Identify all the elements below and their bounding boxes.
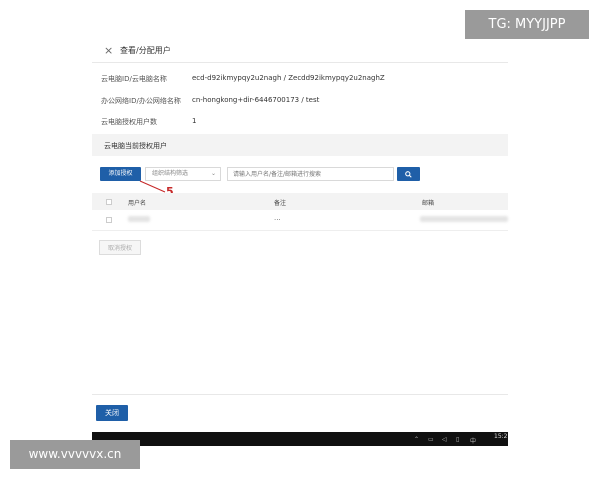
- row-note: ...: [274, 214, 281, 222]
- watermark-bottom: www.vvvvvx.cn: [10, 440, 140, 469]
- taskbar-clock: 15:2: [494, 433, 508, 440]
- select-all-checkbox[interactable]: [106, 199, 112, 205]
- username-redacted: [128, 216, 150, 222]
- column-header-note: 备注: [274, 200, 287, 207]
- annotation-arrow: [139, 180, 166, 193]
- close-button[interactable]: 关闭: [96, 405, 128, 421]
- email-redacted: [420, 216, 508, 222]
- divider: [92, 230, 508, 231]
- tray-up-icon[interactable]: ⌃: [414, 436, 419, 443]
- battery-icon[interactable]: ▯: [456, 436, 459, 443]
- watermark-top: TG: MYYJJPP: [465, 10, 589, 39]
- table-header: [92, 193, 508, 210]
- ime-icon[interactable]: 中: [470, 436, 476, 445]
- network-icon[interactable]: ▭: [428, 436, 434, 443]
- column-header-email: 邮箱: [422, 200, 435, 207]
- volume-icon[interactable]: ◁: [442, 436, 447, 443]
- column-header-username: 用户名: [128, 200, 147, 207]
- divider: [92, 394, 508, 395]
- row-checkbox[interactable]: [106, 217, 112, 223]
- cancel-authorization-button[interactable]: 取消授权: [99, 240, 141, 255]
